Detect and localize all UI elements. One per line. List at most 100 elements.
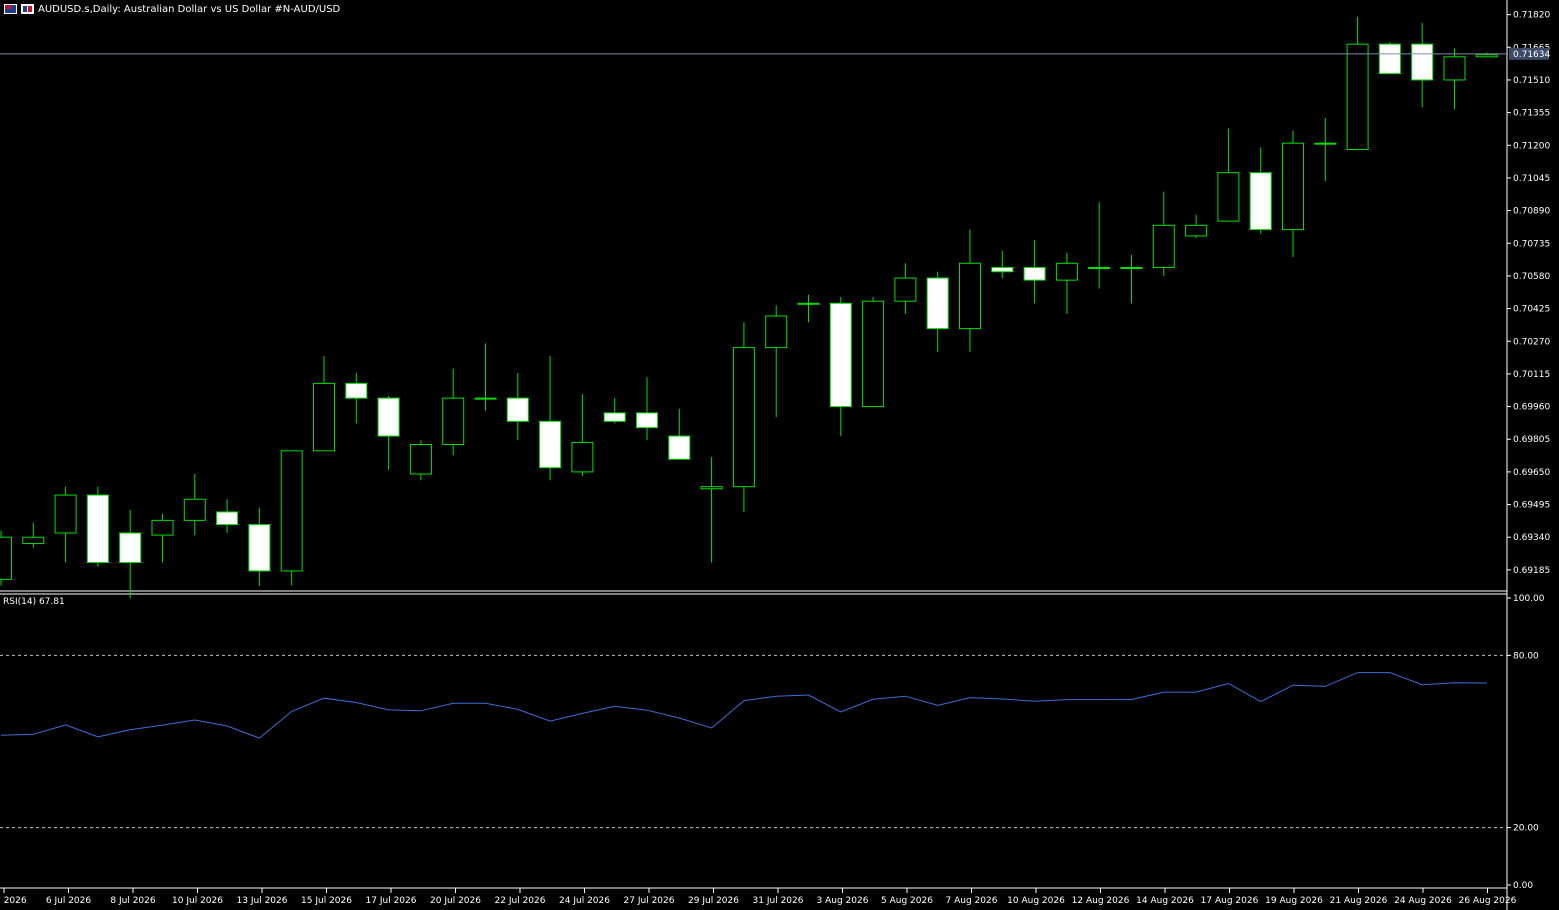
price-tick-label: 0.71510	[1513, 76, 1550, 86]
price-tick-label: 0.70115	[1513, 370, 1550, 380]
time-tick-label: 14 Aug 2026	[1136, 896, 1194, 906]
price-chart-svg[interactable]: 0.718200.716650.715100.713550.712000.710…	[0, 0, 1559, 910]
candle-body	[668, 435, 691, 460]
time-tick-label: 7 Aug 2026	[946, 896, 998, 906]
time-tick-label: 29 Jul 2026	[688, 896, 739, 906]
price-tick-label: 0.69340	[1513, 533, 1550, 543]
price-tick-label: 0.71355	[1513, 109, 1550, 119]
candle-body	[1185, 224, 1208, 237]
candle-body	[1475, 54, 1498, 58]
time-tick-label: 22 Jul 2026	[495, 896, 546, 906]
candle-body	[862, 300, 885, 408]
candle-body	[829, 302, 852, 408]
candle-body	[732, 347, 755, 488]
candle-body	[409, 444, 432, 475]
price-tick-label: 0.70735	[1513, 239, 1550, 249]
price-tick-label: 0.69185	[1513, 566, 1550, 576]
candle-body	[442, 397, 465, 445]
price-tick-label: 0.69960	[1513, 403, 1550, 413]
time-tick-label: 21 Aug 2026	[1330, 896, 1388, 906]
candle-body	[280, 450, 303, 572]
candle-body	[1314, 142, 1337, 145]
rsi-tick-label: 80.00	[1513, 651, 1539, 661]
candle-body	[926, 277, 949, 330]
candle-body	[1217, 172, 1240, 222]
candle-body	[603, 412, 626, 422]
candle-body	[700, 486, 723, 490]
price-tick-label: 0.71200	[1513, 141, 1550, 151]
time-tick-label: 20 Jul 2026	[430, 896, 481, 906]
time-tick-label: 13 Jul 2026	[237, 896, 288, 906]
price-tick-label: 0.71045	[1513, 174, 1550, 184]
candle-body	[991, 267, 1014, 273]
time-tick-label: 27 Jul 2026	[624, 896, 675, 906]
time-tick-label: 5 Aug 2026	[881, 896, 933, 906]
time-tick-label: 3 Aug 2026	[817, 896, 869, 906]
price-tick-label: 0.70270	[1513, 337, 1550, 347]
time-tick-label: 24 Jul 2026	[559, 896, 610, 906]
candle-body	[377, 397, 400, 437]
candles-group	[0, 16, 1498, 599]
candle-body	[765, 315, 788, 349]
rsi-axis: 100.00 80.00 20.00 0.00	[1507, 594, 1545, 891]
time-tick-label: 12 Aug 2026	[1072, 896, 1130, 906]
candle-body	[1120, 267, 1143, 269]
candle-body	[151, 519, 174, 536]
candle-body	[1411, 43, 1434, 81]
chart-window[interactable]: AUDUSD.s,Daily: Australian Dollar vs US …	[0, 0, 1559, 910]
candle-body	[1152, 224, 1175, 269]
candle-body	[1282, 142, 1304, 231]
rsi-label: RSI(14) 67.81	[3, 597, 65, 607]
candle-body	[894, 277, 917, 302]
time-tick-label: 10 Jul 2026	[172, 896, 223, 906]
candle-body	[959, 262, 981, 330]
candle-body	[1378, 43, 1401, 75]
candle-body	[797, 302, 820, 305]
candle-body	[506, 397, 529, 422]
price-tick-label: 0.69650	[1513, 468, 1550, 478]
time-tick-label: 10 Aug 2026	[1007, 896, 1065, 906]
time-tick-label: 19 Aug 2026	[1265, 896, 1323, 906]
time-tick-label: 17 Aug 2026	[1201, 896, 1259, 906]
candle-body	[0, 536, 12, 580]
rsi-tick-label: 100.00	[1513, 594, 1545, 604]
price-tick-label: 0.70580	[1513, 272, 1550, 282]
candle-body	[248, 524, 271, 572]
candle-body	[313, 382, 335, 452]
price-tick-label: 0.70425	[1513, 305, 1550, 315]
candle-body	[539, 420, 562, 469]
rsi-line	[0, 672, 1487, 739]
time-tick-label: 24 Aug 2026	[1394, 896, 1452, 906]
rsi-tick-label: 20.00	[1513, 824, 1539, 834]
time-tick-label: 6 Jul 2026	[46, 896, 91, 906]
candle-body	[54, 494, 77, 534]
time-tick-label: 26 Aug 2026	[1459, 896, 1517, 906]
candle-body	[636, 412, 658, 429]
price-tick-label: 0.70890	[1513, 207, 1550, 217]
time-tick-label: 31 Jul 2026	[753, 896, 804, 906]
candle-body	[1088, 267, 1111, 269]
rsi-group	[0, 654, 1507, 829]
time-tick-label: 15 Jul 2026	[301, 896, 352, 906]
candle-body	[216, 511, 239, 526]
candle-body	[1443, 56, 1466, 81]
candle-body	[183, 498, 206, 521]
time-tick-label: 8 Jul 2026	[110, 896, 155, 906]
candle-body	[22, 536, 45, 545]
current-price-label: 0.71634	[1513, 50, 1550, 60]
candle-body	[1346, 43, 1369, 150]
price-tick-label: 0.69495	[1513, 501, 1550, 511]
candle-body	[345, 382, 368, 399]
time-tick-label: 3 Jul 2026	[0, 896, 27, 906]
time-tick-label: 17 Jul 2026	[366, 896, 417, 906]
candle-body	[119, 532, 142, 563]
candle-body	[1055, 262, 1078, 281]
price-tick-label: 0.71820	[1513, 11, 1550, 21]
rsi-tick-label: 0.00	[1513, 881, 1533, 891]
time-axis: 3 Jul 2026 6 Jul 2026 8 Jul 2026 10 Jul 202…	[0, 888, 1517, 906]
candle-body	[1023, 267, 1046, 281]
price-tick-label: 0.69805	[1513, 435, 1550, 445]
candle-body	[474, 397, 497, 400]
candle-body	[571, 441, 594, 473]
candle-body	[1249, 172, 1272, 231]
